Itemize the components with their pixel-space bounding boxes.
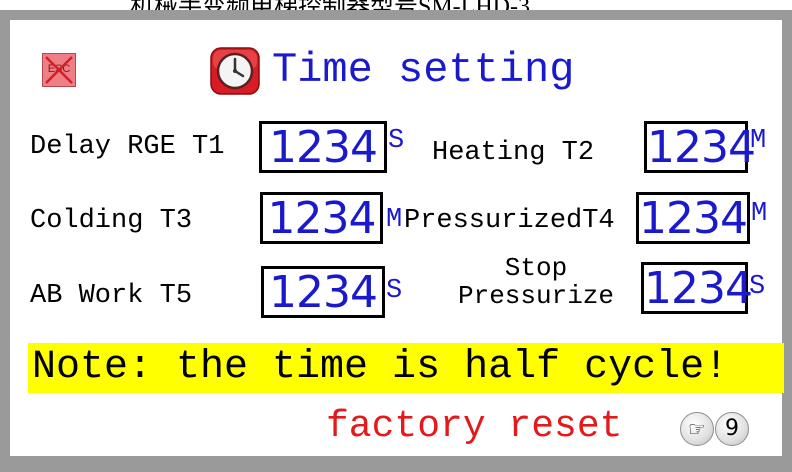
t5-value-field[interactable]: 1234 (261, 266, 385, 318)
t1-unit: S (388, 126, 405, 156)
note-text: Note: the time is half cycle! (32, 345, 729, 390)
param-label-t5: AB Work T5 (30, 281, 193, 311)
hand-pointer-icon[interactable]: ☞ (680, 412, 714, 446)
param-label-t4: PressurizedT4 (404, 206, 615, 236)
factory-reset-button[interactable]: factory reset (326, 405, 622, 448)
stop-pressurize-unit: S (749, 272, 766, 302)
t2-unit: M (750, 126, 767, 156)
t4-unit: M (751, 199, 768, 229)
param-label-t2: Heating T2 (432, 138, 595, 168)
label-line-1: Stop (504, 253, 568, 283)
clock-icon (210, 47, 260, 95)
t3-unit: M (386, 205, 403, 235)
t5-unit: S (386, 276, 403, 306)
label-line-2: Pressurize (457, 281, 615, 311)
t1-value-field[interactable]: 1234 (259, 121, 387, 173)
note-banner: Note: the time is half cycle! (28, 343, 784, 393)
param-label-t3: Colding T3 (30, 206, 193, 236)
esc-button[interactable]: ESC (42, 53, 76, 87)
key-9-label: 9 (725, 416, 739, 441)
t3-value-field[interactable]: 1234 (260, 192, 383, 244)
param-label-t1: Delay RGE T1 (30, 132, 225, 162)
t4-value-field[interactable]: 1234 (636, 192, 750, 244)
param-label-stop-pressurize: Stop Pressurize (430, 254, 642, 310)
page-title: Time setting (272, 46, 575, 94)
key-9-button[interactable]: 9 (715, 412, 749, 446)
cross-icon (45, 56, 73, 84)
t2-value-field[interactable]: 1234 (644, 121, 756, 173)
stop-pressurize-value-field[interactable]: 1234 (641, 262, 753, 314)
hmi-screen: ESC Time setting Delay RGE T1 1234 S Hea… (10, 20, 784, 456)
